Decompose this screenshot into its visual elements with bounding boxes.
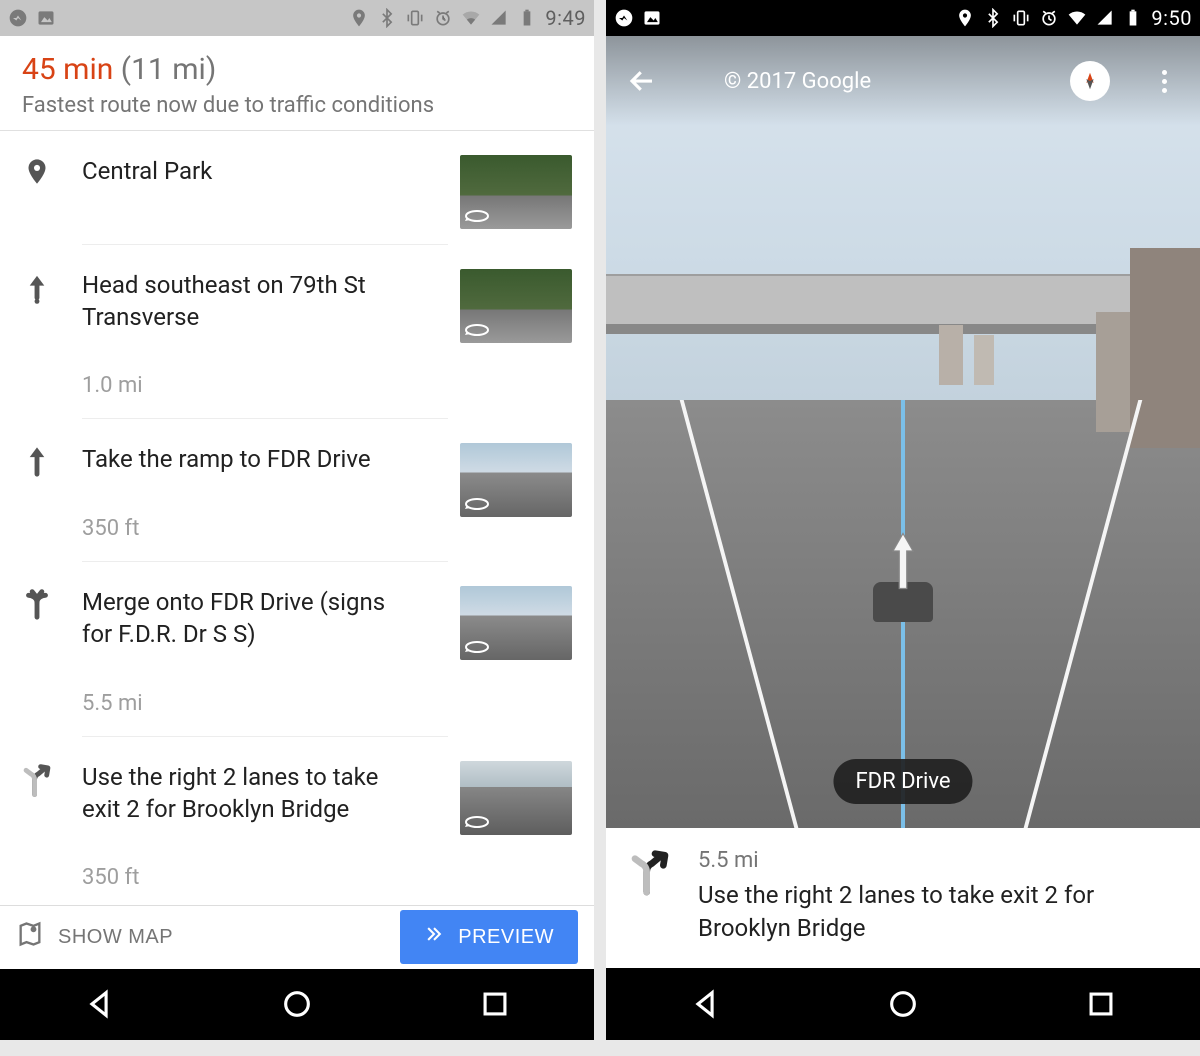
android-nav-bar-right bbox=[606, 968, 1200, 1040]
step-distance: 5.5 mi bbox=[82, 691, 448, 716]
road-label-chip: FDR Drive bbox=[833, 759, 972, 804]
direction-step[interactable]: Use the right 2 lanes to take exit 2 for… bbox=[22, 737, 572, 905]
vibrate-icon bbox=[1011, 8, 1031, 28]
streetview-scene bbox=[606, 36, 1200, 828]
step-text: Merge onto FDR Drive (signs for F.D.R. D… bbox=[82, 586, 402, 651]
signal-icon bbox=[489, 8, 509, 28]
streetview-thumbnail[interactable] bbox=[460, 586, 572, 660]
preview-label: PREVIEW bbox=[458, 926, 554, 949]
direction-step[interactable]: Merge onto FDR Drive (signs for F.D.R. D… bbox=[22, 562, 572, 737]
next-direction-card: 5.5 mi Use the right 2 lanes to take exi… bbox=[606, 828, 1200, 968]
route-time: 45 min bbox=[22, 52, 113, 87]
map-icon bbox=[16, 920, 44, 954]
chevrons-right-icon bbox=[424, 924, 444, 950]
bluetooth-icon bbox=[377, 8, 397, 28]
step-body: Head southeast on 79th St Transverse 1.0 … bbox=[82, 269, 448, 420]
panorama-icon bbox=[464, 321, 490, 339]
panorama-icon bbox=[464, 813, 490, 831]
step-text: Take the ramp to FDR Drive bbox=[82, 443, 402, 475]
show-map-label: SHOW MAP bbox=[58, 926, 173, 949]
next-direction-distance: 5.5 mi bbox=[698, 848, 1176, 873]
route-header: 45 min (11 mi) Fastest route now due to … bbox=[0, 36, 594, 131]
nav-back-icon[interactable] bbox=[675, 974, 735, 1034]
route-subtitle: Fastest route now due to traffic conditi… bbox=[22, 93, 572, 118]
status-bar-right: 9:50 bbox=[606, 0, 1200, 36]
step-distance: 1.0 mi bbox=[82, 373, 448, 398]
step-text: Central Park bbox=[82, 155, 402, 187]
alarm-icon bbox=[1039, 8, 1059, 28]
straight-icon bbox=[22, 443, 82, 479]
photo-icon bbox=[642, 8, 662, 28]
panorama-icon bbox=[464, 207, 490, 225]
wifi-icon bbox=[1067, 8, 1087, 28]
pin-icon bbox=[22, 155, 82, 191]
wifi-icon bbox=[461, 8, 481, 28]
location-icon bbox=[955, 8, 975, 28]
nav-recents-icon[interactable] bbox=[465, 974, 525, 1034]
vibrate-icon bbox=[405, 8, 425, 28]
panorama-icon bbox=[464, 638, 490, 656]
directions-list[interactable]: Central Park Head southeast on 79th St Tr… bbox=[0, 131, 594, 905]
nav-forward-arrow-icon[interactable] bbox=[888, 531, 918, 591]
nav-home-icon[interactable] bbox=[873, 974, 933, 1034]
show-map-button[interactable]: SHOW MAP bbox=[16, 920, 173, 954]
photo-icon bbox=[36, 8, 56, 28]
messenger-icon bbox=[614, 8, 634, 28]
phone-left: 9:49 45 min (11 mi) Fastest route now du… bbox=[0, 0, 594, 1040]
overflow-menu-button[interactable] bbox=[1146, 63, 1182, 99]
streetview-thumbnail[interactable] bbox=[460, 155, 572, 229]
direction-step[interactable]: Central Park bbox=[22, 131, 572, 245]
step-body: Use the right 2 lanes to take exit 2 for… bbox=[82, 761, 448, 905]
bluetooth-icon bbox=[983, 8, 1003, 28]
step-body: Merge onto FDR Drive (signs for F.D.R. D… bbox=[82, 586, 448, 737]
signal-icon bbox=[1095, 8, 1115, 28]
direction-step[interactable]: Head southeast on 79th St Transverse 1.0 … bbox=[22, 245, 572, 420]
streetview-panel[interactable]: © 2017 Google FDR Drive bbox=[606, 36, 1200, 828]
streetview-copyright: © 2017 Google bbox=[724, 69, 871, 94]
streetview-top-bar: © 2017 Google bbox=[606, 36, 1200, 126]
panorama-icon bbox=[464, 495, 490, 513]
location-icon bbox=[349, 8, 369, 28]
back-button[interactable] bbox=[624, 63, 660, 99]
alarm-icon bbox=[433, 8, 453, 28]
status-bar-left: 9:49 bbox=[0, 0, 594, 36]
step-body: Take the ramp to FDR Drive 350 ft bbox=[82, 443, 448, 561]
next-direction-text: Use the right 2 lanes to take exit 2 for… bbox=[698, 879, 1176, 944]
preview-button[interactable]: PREVIEW bbox=[400, 910, 578, 964]
bottom-action-bar: SHOW MAP PREVIEW bbox=[0, 905, 594, 968]
merge-icon bbox=[22, 586, 82, 622]
step-distance: 350 ft bbox=[82, 865, 448, 890]
status-time: 9:50 bbox=[1151, 6, 1192, 30]
streetview-thumbnail[interactable] bbox=[460, 761, 572, 835]
compass-button[interactable] bbox=[1070, 61, 1110, 101]
depart-icon bbox=[22, 269, 82, 305]
step-body: Central Park bbox=[82, 155, 448, 245]
streetview-thumbnail[interactable] bbox=[460, 269, 572, 343]
step-distance: 350 ft bbox=[82, 516, 448, 541]
battery-icon bbox=[1123, 8, 1143, 28]
step-text: Use the right 2 lanes to take exit 2 for… bbox=[82, 761, 402, 826]
route-title: 45 min (11 mi) bbox=[22, 52, 572, 87]
streetview-thumbnail[interactable] bbox=[460, 443, 572, 517]
direction-step[interactable]: Take the ramp to FDR Drive 350 ft bbox=[22, 419, 572, 561]
fork-r-icon bbox=[22, 761, 82, 797]
fork-right-icon bbox=[630, 848, 678, 900]
status-time: 9:49 bbox=[545, 6, 586, 30]
phone-right: 9:50 © 2017 Google bbox=[606, 0, 1200, 1040]
battery-icon bbox=[517, 8, 537, 28]
nav-recents-icon[interactable] bbox=[1071, 974, 1131, 1034]
android-nav-bar-left bbox=[0, 969, 594, 1040]
nav-back-icon[interactable] bbox=[69, 974, 129, 1034]
nav-home-icon[interactable] bbox=[267, 974, 327, 1034]
route-distance: (11 mi) bbox=[121, 52, 216, 87]
messenger-icon bbox=[8, 8, 28, 28]
step-text: Head southeast on 79th St Transverse bbox=[82, 269, 402, 334]
